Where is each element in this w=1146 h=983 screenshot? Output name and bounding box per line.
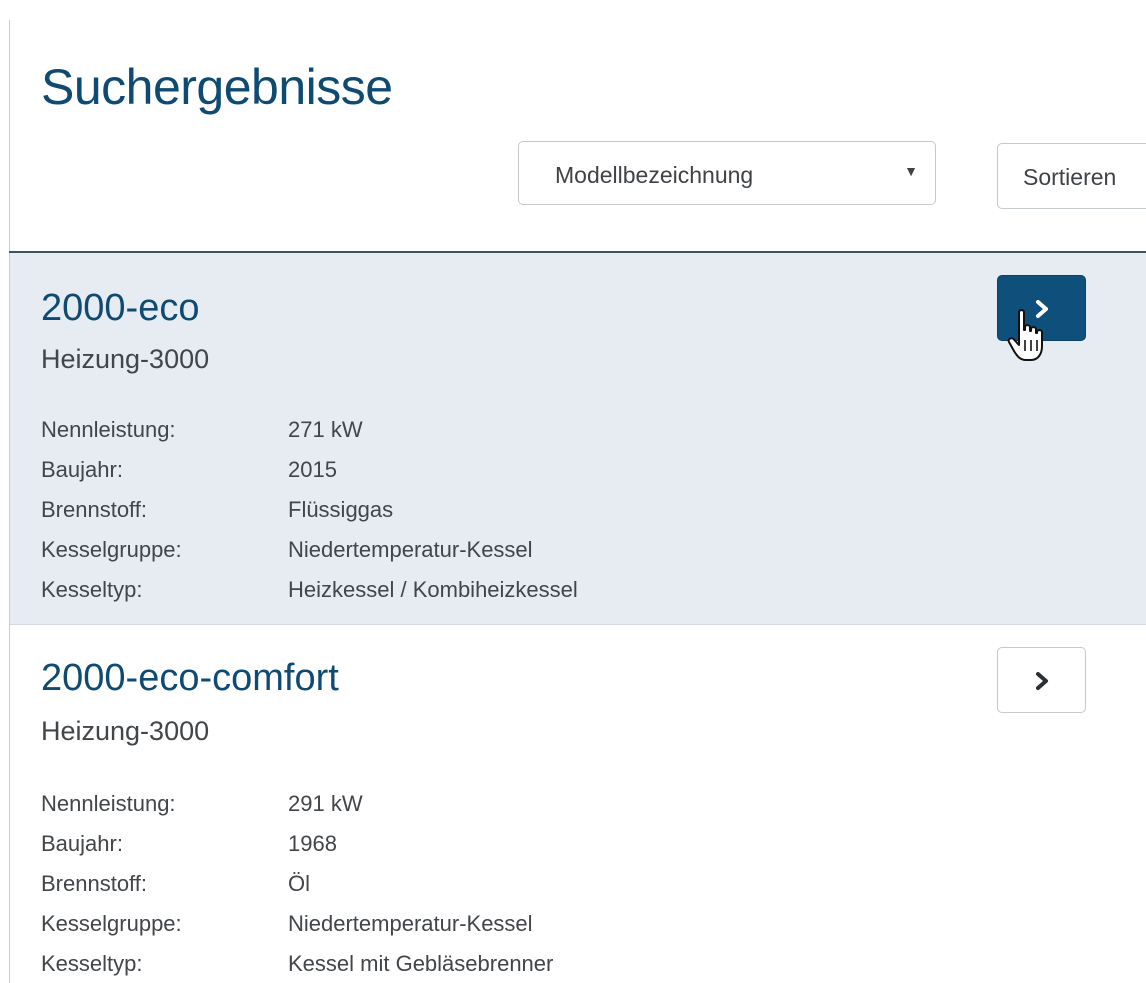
- detail-value: 271 kW: [288, 417, 363, 442]
- detail-label: Kesseltyp:: [41, 577, 143, 602]
- result-title[interactable]: 2000-eco-comfort: [41, 659, 339, 697]
- detail-label: Kesselgruppe:: [41, 537, 182, 562]
- detail-value: Heizkessel / Kombiheizkessel: [288, 577, 578, 602]
- result-title[interactable]: 2000-eco: [41, 289, 199, 327]
- detail-label: Nennleistung:: [41, 791, 176, 816]
- sort-field-selected-value: Modellbezeichnung: [555, 162, 754, 188]
- detail-label: Kesseltyp:: [41, 951, 143, 976]
- open-result-button[interactable]: [997, 647, 1086, 713]
- detail-label: Brennstoff:: [41, 497, 147, 522]
- sort-button[interactable]: Sortieren: [997, 143, 1146, 209]
- detail-value: 1968: [288, 831, 337, 856]
- detail-value: Öl: [288, 871, 310, 896]
- detail-value: Kessel mit Gebläsebrenner: [288, 951, 554, 976]
- detail-label: Brennstoff:: [41, 871, 147, 896]
- detail-value: 2015: [288, 457, 337, 482]
- detail-label: Baujahr:: [41, 457, 123, 482]
- search-results-page: Suchergebnisse Modellbezeichnung ▼ Sorti…: [0, 0, 1146, 983]
- detail-label: Kesselgruppe:: [41, 911, 182, 936]
- caret-down-icon: ▼: [904, 163, 918, 179]
- detail-value: Flüssiggas: [288, 497, 394, 522]
- detail-value: Niedertemperatur-Kessel: [288, 911, 533, 936]
- detail-label: Nennleistung:: [41, 417, 176, 442]
- detail-value: Niedertemperatur-Kessel: [288, 537, 533, 562]
- result-item[interactable]: 2000-eco-comfort Heizung-3000 Nennleistu…: [10, 625, 1146, 983]
- result-subtitle: Heizung-3000: [41, 344, 210, 374]
- detail-value: 291 kW: [288, 791, 363, 816]
- result-item[interactable]: 2000-eco Heizung-3000 Nennleistung: 271 …: [10, 253, 1146, 625]
- chevron-right-icon: [1036, 672, 1048, 690]
- hand-pointer-cursor-icon: [1007, 309, 1043, 361]
- detail-label: Baujahr:: [41, 831, 123, 856]
- result-subtitle: Heizung-3000: [41, 716, 210, 746]
- sort-field-select[interactable]: Modellbezeichnung ▼: [518, 141, 936, 205]
- page-title: Suchergebnisse: [41, 59, 393, 115]
